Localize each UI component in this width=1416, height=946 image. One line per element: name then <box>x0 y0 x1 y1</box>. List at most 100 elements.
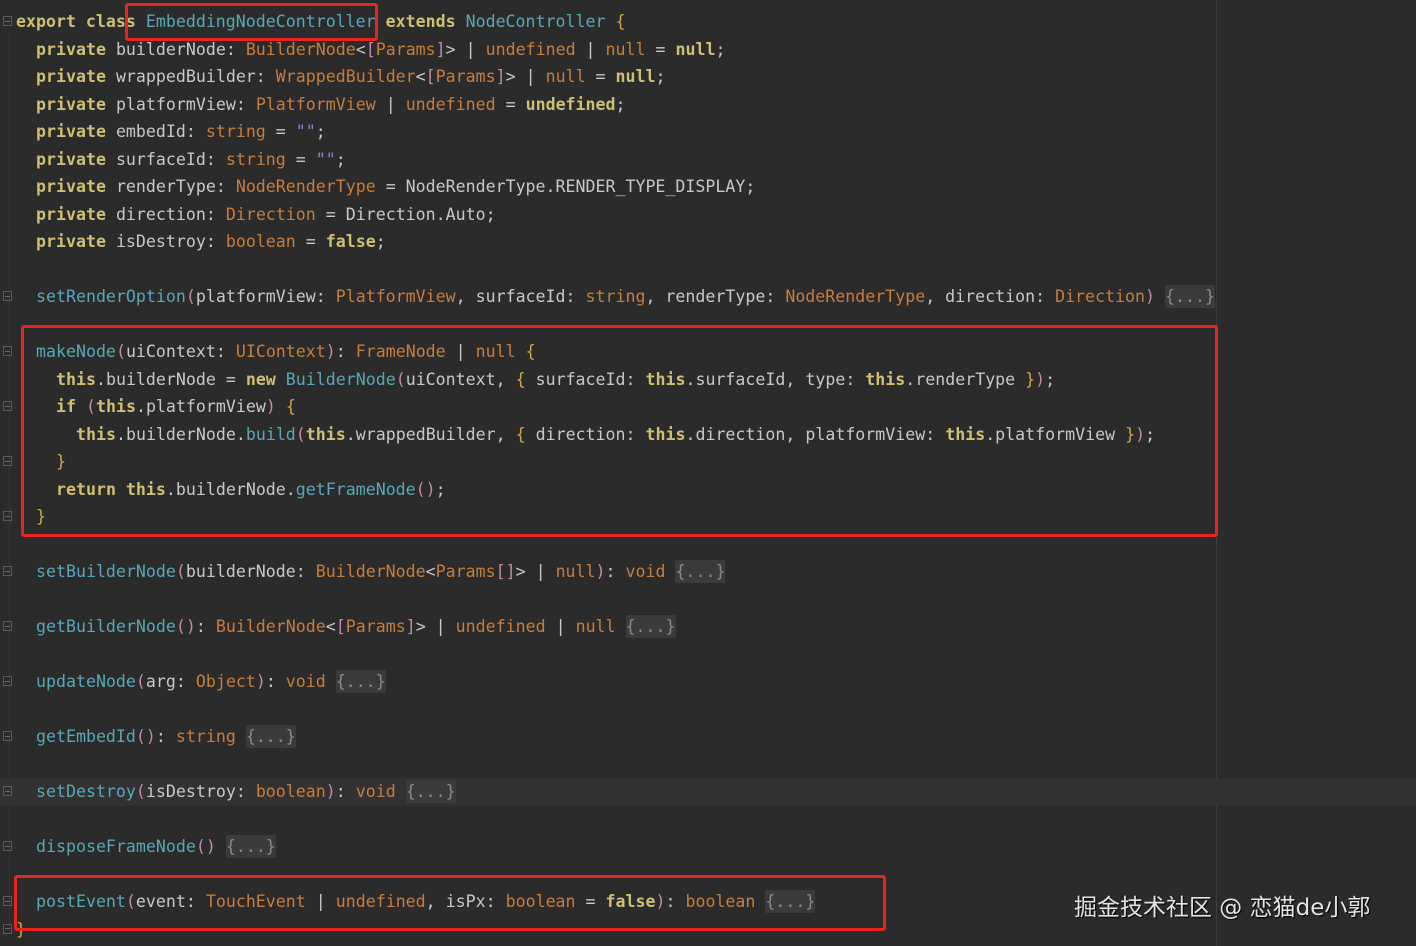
fold-toggle-icon[interactable] <box>3 676 12 686</box>
code-line[interactable]: private wrappedBuilder: WrappedBuilder<[… <box>0 63 1416 91</box>
code-token: ; <box>655 67 666 86</box>
fold-toggle-icon[interactable] <box>3 786 12 796</box>
fold-toggle-icon[interactable] <box>3 401 12 411</box>
code-token: null <box>605 39 646 59</box>
code-line[interactable]: private direction: Direction = Direction… <box>0 201 1416 229</box>
code-token: ) <box>595 562 606 581</box>
code-token: private <box>36 177 116 196</box>
folded-block[interactable]: {...} <box>225 835 276 858</box>
code-text: private wrappedBuilder: WrappedBuilder<[… <box>36 63 666 91</box>
code-text: private platformView: PlatformView | und… <box>36 91 626 119</box>
code-line[interactable]: disposeFrameNode() {...} <box>0 833 1416 861</box>
fold-toggle-icon[interactable] <box>3 346 12 356</box>
code-token: undefined <box>485 39 576 59</box>
code-token: "" <box>315 149 336 169</box>
highlight-box-postevent <box>14 875 886 931</box>
code-token: getEmbedId <box>36 727 136 746</box>
code-token: arg: <box>145 672 196 691</box>
code-line[interactable] <box>0 696 1416 724</box>
code-text: private surfaceId: string = ""; <box>36 146 346 174</box>
code-token: undefined <box>525 94 616 114</box>
fold-toggle-icon[interactable] <box>3 841 12 851</box>
code-line[interactable]: private surfaceId: string = ""; <box>0 146 1416 174</box>
code-token: null <box>545 67 586 86</box>
code-text: setRenderOption(platformView: PlatformVi… <box>36 283 1215 311</box>
code-token: = <box>265 122 296 141</box>
code-token: | <box>575 39 606 59</box>
code-token: platformView: <box>195 287 336 306</box>
code-text: getEmbedId(): string {...} <box>36 723 296 751</box>
code-token: ] <box>435 39 446 59</box>
code-token: : <box>195 617 216 636</box>
code-token: platformView: <box>115 94 256 114</box>
code-token: [] <box>495 562 516 581</box>
fold-toggle-icon[interactable] <box>3 16 12 26</box>
fold-toggle-icon[interactable] <box>3 566 12 576</box>
folded-block[interactable]: {...} <box>1165 285 1215 308</box>
code-line[interactable]: setBuilderNode(builderNode: BuilderNode<… <box>0 558 1416 586</box>
code-token: isDestroy: <box>115 232 226 251</box>
code-token: ) <box>1145 287 1155 306</box>
code-token: ) <box>255 672 266 691</box>
fold-toggle-icon[interactable] <box>3 291 12 301</box>
code-line[interactable] <box>0 751 1416 779</box>
code-line[interactable] <box>0 256 1416 284</box>
code-token: private <box>36 204 116 224</box>
code-text: updateNode(arg: Object): void {...} <box>36 668 386 696</box>
code-token: , surfaceId: <box>455 287 586 306</box>
folded-block[interactable]: {...} <box>675 560 726 583</box>
code-token: = NodeRenderType.RENDER_TYPE_DISPLAY; <box>375 177 756 196</box>
code-token: getBuilderNode <box>36 617 176 636</box>
folded-block[interactable]: {...} <box>405 780 456 803</box>
code-line[interactable]: setDestroy(isDestroy: boolean): void {..… <box>0 778 1416 806</box>
code-line[interactable] <box>0 806 1416 834</box>
code-text: getBuilderNode(): BuilderNode<[Params]> … <box>36 613 676 641</box>
fold-toggle-icon[interactable] <box>3 621 12 631</box>
code-line[interactable]: private embedId: string = ""; <box>0 118 1416 146</box>
code-token: void <box>355 782 396 801</box>
code-line[interactable]: updateNode(arg: Object): void {...} <box>0 668 1416 696</box>
fold-toggle-icon[interactable] <box>3 456 12 466</box>
code-token: [ <box>365 39 376 59</box>
folded-block[interactable]: {...} <box>245 725 296 748</box>
code-token: private <box>36 39 116 59</box>
code-line[interactable]: setRenderOption(platformView: PlatformVi… <box>0 283 1416 311</box>
folded-block[interactable]: {...} <box>625 615 676 638</box>
code-token: undefined <box>405 94 496 114</box>
code-token: < <box>355 39 366 59</box>
code-token: = <box>495 94 526 114</box>
code-line[interactable] <box>0 586 1416 614</box>
code-text: disposeFrameNode() {...} <box>36 833 276 861</box>
code-token: setDestroy <box>36 782 136 801</box>
code-token: () <box>175 617 196 636</box>
fold-toggle-icon[interactable] <box>3 731 12 741</box>
code-token: : <box>605 562 626 581</box>
code-token: disposeFrameNode <box>36 837 196 856</box>
code-line[interactable]: getEmbedId(): string {...} <box>0 723 1416 751</box>
code-token: PlatformView <box>335 287 456 306</box>
fold-toggle-icon[interactable] <box>3 896 12 906</box>
code-token: > | <box>505 67 546 86</box>
code-line[interactable]: private platformView: PlatformView | und… <box>0 91 1416 119</box>
code-line[interactable]: private renderType: NodeRenderType = Nod… <box>0 173 1416 201</box>
code-token: Direction <box>1055 287 1145 306</box>
folded-block[interactable]: {...} <box>335 670 386 693</box>
code-token: private <box>36 149 116 169</box>
code-token: NodeRenderType <box>235 177 376 196</box>
code-token: surfaceId: <box>115 149 226 169</box>
code-line[interactable] <box>0 641 1416 669</box>
code-token: = Direction.Auto; <box>315 204 496 224</box>
fold-toggle-icon[interactable] <box>3 511 12 521</box>
fold-toggle-icon[interactable] <box>3 923 12 934</box>
code-line[interactable]: getBuilderNode(): BuilderNode<[Params]> … <box>0 613 1416 641</box>
code-line[interactable]: private isDestroy: boolean = false; <box>0 228 1416 256</box>
code-token: [ <box>335 617 346 636</box>
code-token: < <box>325 617 336 636</box>
code-token: renderType: <box>115 177 236 196</box>
code-token: builderNode: <box>185 562 316 581</box>
code-token: BuilderNode <box>315 562 426 581</box>
